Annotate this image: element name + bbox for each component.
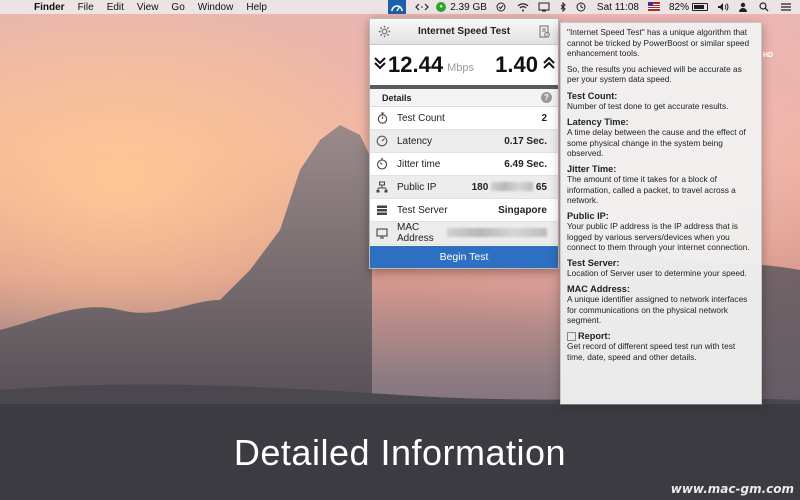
- help-body-mac-address: A unique identifier assigned to network …: [567, 294, 748, 325]
- mac-address-redacted: [447, 228, 547, 238]
- help-body-public-ip: Your public IP address is the IP address…: [567, 221, 750, 252]
- popup-header: Internet Speed Test: [370, 19, 558, 45]
- help-title-latency: Latency Time:: [567, 116, 629, 127]
- help-title-test-count: Test Count:: [567, 90, 618, 101]
- menu-extras: ● 2.39 GB Sat 11:08 82%: [388, 0, 792, 14]
- user-icon[interactable]: [738, 2, 750, 12]
- help-section-latency: Latency Time: A time delay between the c…: [567, 117, 755, 159]
- row-test-count: Test Count 2: [370, 107, 558, 130]
- help-title-mac-address: MAC Address:: [567, 283, 630, 294]
- help-body-test-count: Number of test done to get accurate resu…: [567, 101, 729, 111]
- row-public-ip: Public IP 180 65: [370, 176, 558, 199]
- begin-test-button[interactable]: Begin Test: [370, 246, 558, 268]
- latency-gauge-icon: [376, 135, 388, 147]
- speed-test-tray-icon[interactable]: [388, 0, 407, 14]
- clock[interactable]: Sat 11:08: [597, 2, 639, 13]
- help-section-report: Report: Get record of different speed te…: [567, 331, 755, 363]
- screen-share-icon[interactable]: [538, 2, 550, 12]
- menu-edit[interactable]: Edit: [107, 2, 124, 13]
- jitter-label: Jitter time: [397, 158, 441, 170]
- help-tooltip: "Internet Speed Test" has a unique algor…: [560, 22, 762, 405]
- caption-title: Detailed Information: [233, 432, 567, 473]
- server-icon: [376, 204, 388, 216]
- watermark: www.mac-gm.com: [670, 482, 794, 496]
- speed-unit: Mbps: [447, 62, 474, 74]
- battery-percent[interactable]: 82%: [669, 2, 689, 13]
- help-section-mac-address: MAC Address: A unique identifier assigne…: [567, 284, 755, 326]
- speed-test-popup: Internet Speed Test 12.44 Mbps 1.40 Deta…: [369, 18, 559, 269]
- menu-help[interactable]: Help: [246, 2, 267, 13]
- jitter-timer-icon: [376, 158, 388, 170]
- checkbox-icon[interactable]: [496, 2, 508, 12]
- time-machine-icon[interactable]: [576, 2, 588, 12]
- help-title-jitter: Jitter Time:: [567, 163, 617, 174]
- monitor-icon: [376, 227, 388, 239]
- menu-finder[interactable]: Finder: [34, 2, 65, 13]
- code-arrows-icon[interactable]: [415, 2, 430, 12]
- menu-file[interactable]: File: [78, 2, 94, 13]
- memory-usage[interactable]: 2.39 GB: [450, 2, 487, 13]
- public-ip-label: Public IP: [397, 181, 437, 193]
- public-ip-value: 180 65: [472, 182, 547, 193]
- memory-badge-icon[interactable]: ●: [436, 2, 447, 12]
- volume-icon[interactable]: [717, 2, 729, 12]
- us-flag-icon[interactable]: [647, 2, 660, 12]
- bluetooth-icon[interactable]: [559, 1, 567, 13]
- test-count-value: 2: [541, 112, 547, 124]
- popup-title: Internet Speed Test: [417, 26, 511, 37]
- details-label: Details: [382, 92, 412, 103]
- details-list: Test Count 2 Latency 0.17 Sec. Jitter ti…: [370, 107, 558, 245]
- row-latency: Latency 0.17 Sec.: [370, 130, 558, 153]
- help-section-test-count: Test Count: Number of test done to get a…: [567, 91, 755, 112]
- menu-view[interactable]: View: [137, 2, 159, 13]
- help-section-public-ip: Public IP: Your public IP address is the…: [567, 211, 755, 253]
- help-title-public-ip: Public IP:: [567, 210, 609, 221]
- test-count-label: Test Count: [397, 112, 445, 124]
- row-jitter: Jitter time 6.49 Sec.: [370, 153, 558, 176]
- row-mac-address: MAC Address: [370, 222, 558, 245]
- download-arrow-icon: [374, 55, 386, 76]
- details-header: Details ?: [370, 89, 558, 107]
- menu-go[interactable]: Go: [171, 2, 184, 13]
- public-ip-suffix: 65: [535, 181, 547, 193]
- help-body-latency: A time delay between the cause and the e…: [567, 127, 746, 158]
- help-question-icon[interactable]: ?: [541, 92, 552, 103]
- help-section-jitter: Jitter Time: The amount of time it takes…: [567, 164, 755, 206]
- mac-address-value: [447, 228, 547, 239]
- upload-arrow-icon: [543, 55, 555, 76]
- report-small-icon: [567, 331, 576, 341]
- network-icon: [376, 181, 388, 193]
- help-title-test-server: Test Server:: [567, 257, 620, 268]
- wifi-icon[interactable]: [517, 2, 529, 12]
- help-intro-2: So, the results you achieved will be acc…: [567, 63, 742, 85]
- help-body-report: Get record of different speed test run w…: [567, 341, 736, 362]
- help-body-test-server: Location of Server user to determine you…: [567, 268, 747, 278]
- jitter-value: 6.49 Sec.: [504, 158, 547, 170]
- notification-center-icon[interactable]: [780, 2, 792, 12]
- public-ip-prefix: 180: [471, 181, 489, 193]
- help-body-jitter: The amount of time it takes for a block …: [567, 174, 736, 205]
- battery-icon[interactable]: [692, 3, 708, 11]
- help-title-report-row: Report:: [567, 331, 755, 342]
- test-server-label: Test Server: [397, 204, 448, 216]
- help-title-report: Report:: [578, 330, 611, 341]
- menu-window[interactable]: Window: [198, 2, 234, 13]
- latency-label: Latency: [397, 135, 433, 147]
- spotlight-search-icon[interactable]: [759, 2, 771, 12]
- hd-tag: HD: [763, 52, 774, 59]
- upload-speed: 1.40: [495, 52, 538, 77]
- speed-readout: 12.44 Mbps 1.40: [370, 45, 558, 85]
- download-speed: 12.44: [388, 52, 444, 77]
- public-ip-redacted: [491, 182, 534, 192]
- help-intro-1: "Internet Speed Test" has a unique algor…: [567, 27, 750, 58]
- settings-gear-icon[interactable]: [376, 24, 392, 40]
- latency-value: 0.17 Sec.: [504, 135, 547, 147]
- mac-address-label: MAC Address: [397, 222, 434, 244]
- test-server-value: Singapore: [498, 204, 547, 216]
- help-section-test-server: Test Server: Location of Server user to …: [567, 258, 755, 279]
- row-test-server: Test Server Singapore: [370, 199, 558, 222]
- stopwatch-icon: [376, 112, 388, 124]
- menu-bar: Finder File Edit View Go Window Help ● 2…: [0, 0, 800, 14]
- report-icon[interactable]: [536, 24, 552, 40]
